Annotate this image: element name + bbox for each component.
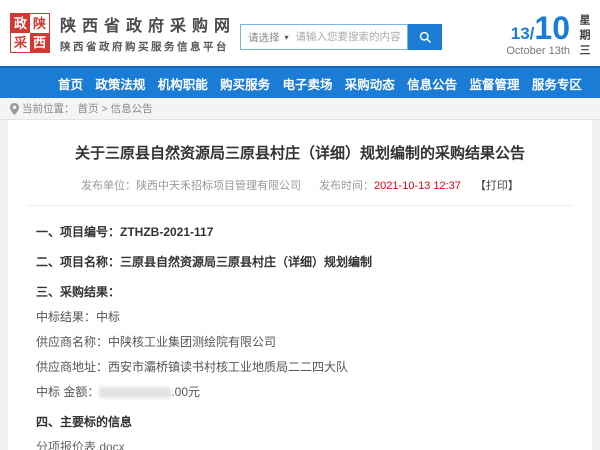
breadcrumb-home[interactable]: 首页 — [78, 101, 99, 116]
article-meta: 发布单位：陕西中天禾招标项目管理有限公司 发布时间：2021-10-13 12:3… — [28, 177, 572, 206]
site-logo: 政 陕 采 西 — [10, 13, 50, 53]
site-titles: 陕西省政府采购网 陕西省政府购买服务信息平台 — [60, 12, 236, 54]
search-bar: 请选择 ▾ — [240, 24, 442, 50]
date-month-en: October — [506, 45, 545, 57]
nav-item-supervision[interactable]: 监督管理 — [470, 74, 520, 93]
section-subject-info: 四、主要标的信息 — [36, 413, 564, 430]
logo-char: 采 — [11, 33, 30, 52]
bid-amount-line: 中标 金额： .00元 — [36, 383, 564, 400]
publish-time-value: 2021-10-13 12:37 — [374, 180, 461, 192]
site-subtitle: 陕西省政府购买服务信息平台 — [60, 39, 236, 54]
breadcrumb-current[interactable]: 信息公告 — [111, 101, 153, 116]
supplier-address-line: 供应商地址：西安市灞桥镇读书村核工业地质局二二四大队 — [36, 358, 564, 375]
nav-item-policies[interactable]: 政策法规 — [95, 74, 145, 93]
search-select-label: 请选择 — [248, 30, 280, 45]
breadcrumb-separator: > — [102, 103, 108, 115]
search-category-select[interactable]: 请选择 ▾ — [241, 30, 296, 45]
section-project-number: 一、项目编号：ZTHZB-2021-117 — [36, 223, 564, 240]
date-month: 10 — [534, 10, 570, 46]
bid-amount-label: 中标 金额： — [36, 385, 99, 399]
publisher-value: 陕西中天禾招标项目管理有限公司 — [136, 180, 301, 192]
location-pin-icon — [10, 103, 19, 115]
logo-char: 陕 — [30, 14, 49, 33]
date-english: October 13th — [506, 45, 570, 57]
site-header: 政 陕 采 西 陕西省政府采购网 陕西省政府购买服务信息平台 请选择 ▾ 13/… — [0, 0, 600, 66]
breadcrumb-prefix: 当前位置： — [22, 101, 75, 116]
article-body: 一、项目编号：ZTHZB-2021-117 二、项目名称：三原县自然资源局三原县… — [28, 206, 572, 450]
section-project-name: 二、项目名称：三原县自然资源局三原县村庄（详细）规划编制 — [36, 253, 564, 270]
logo-char: 西 — [30, 33, 49, 52]
redacted-amount — [99, 387, 171, 398]
page-title: 关于三原县自然资源局三原县村庄（详细）规划编制的采购结果公告 — [28, 120, 572, 163]
nav-item-service-zone[interactable]: 服务专区 — [532, 74, 582, 93]
bid-amount-suffix: .00元 — [171, 385, 200, 399]
search-button[interactable] — [408, 24, 442, 50]
nav-item-procurement-news[interactable]: 采购动态 — [345, 74, 395, 93]
print-button[interactable]: 【打印】 — [475, 180, 519, 192]
chevron-down-icon: ▾ — [285, 33, 289, 42]
bid-result-line: 中标结果：中标 — [36, 308, 564, 325]
main-nav: 首页 政策法规 机构职能 购买服务 电子卖场 采购动态 信息公告 监督管理 服务… — [0, 66, 600, 98]
article-content: 关于三原县自然资源局三原县村庄（详细）规划编制的采购结果公告 发布单位：陕西中天… — [8, 120, 592, 450]
date-day: 13 — [511, 24, 530, 43]
supplier-name-line: 供应商名称：中陕核工业集团测绘院有限公司 — [36, 333, 564, 350]
date-widget: 13/10 October 13th — [506, 12, 570, 57]
date-numeric: 13/10 — [506, 12, 570, 44]
search-icon — [418, 30, 433, 45]
date-weekday: 星期三 — [576, 14, 592, 59]
search-input[interactable] — [296, 31, 407, 43]
nav-item-home[interactable]: 首页 — [58, 74, 83, 93]
date-day-en: 13th — [549, 45, 570, 57]
breadcrumb: 当前位置： 首页 > 信息公告 — [0, 98, 600, 120]
section-procurement-result: 三、采购结果： — [36, 283, 564, 300]
nav-item-announcements[interactable]: 信息公告 — [407, 74, 457, 93]
publish-time-label: 发布时间： — [319, 180, 374, 192]
publisher-label: 发布单位： — [81, 180, 136, 192]
nav-item-e-market[interactable]: 电子卖场 — [282, 74, 332, 93]
site-name: 陕西省政府采购网 — [60, 12, 236, 36]
attachment-link[interactable]: 分项报价表.docx — [36, 438, 564, 450]
logo-char: 政 — [11, 14, 30, 33]
nav-item-functions[interactable]: 机构职能 — [158, 74, 208, 93]
nav-item-purchase-services[interactable]: 购买服务 — [220, 74, 270, 93]
search-box: 请选择 ▾ — [240, 24, 408, 50]
